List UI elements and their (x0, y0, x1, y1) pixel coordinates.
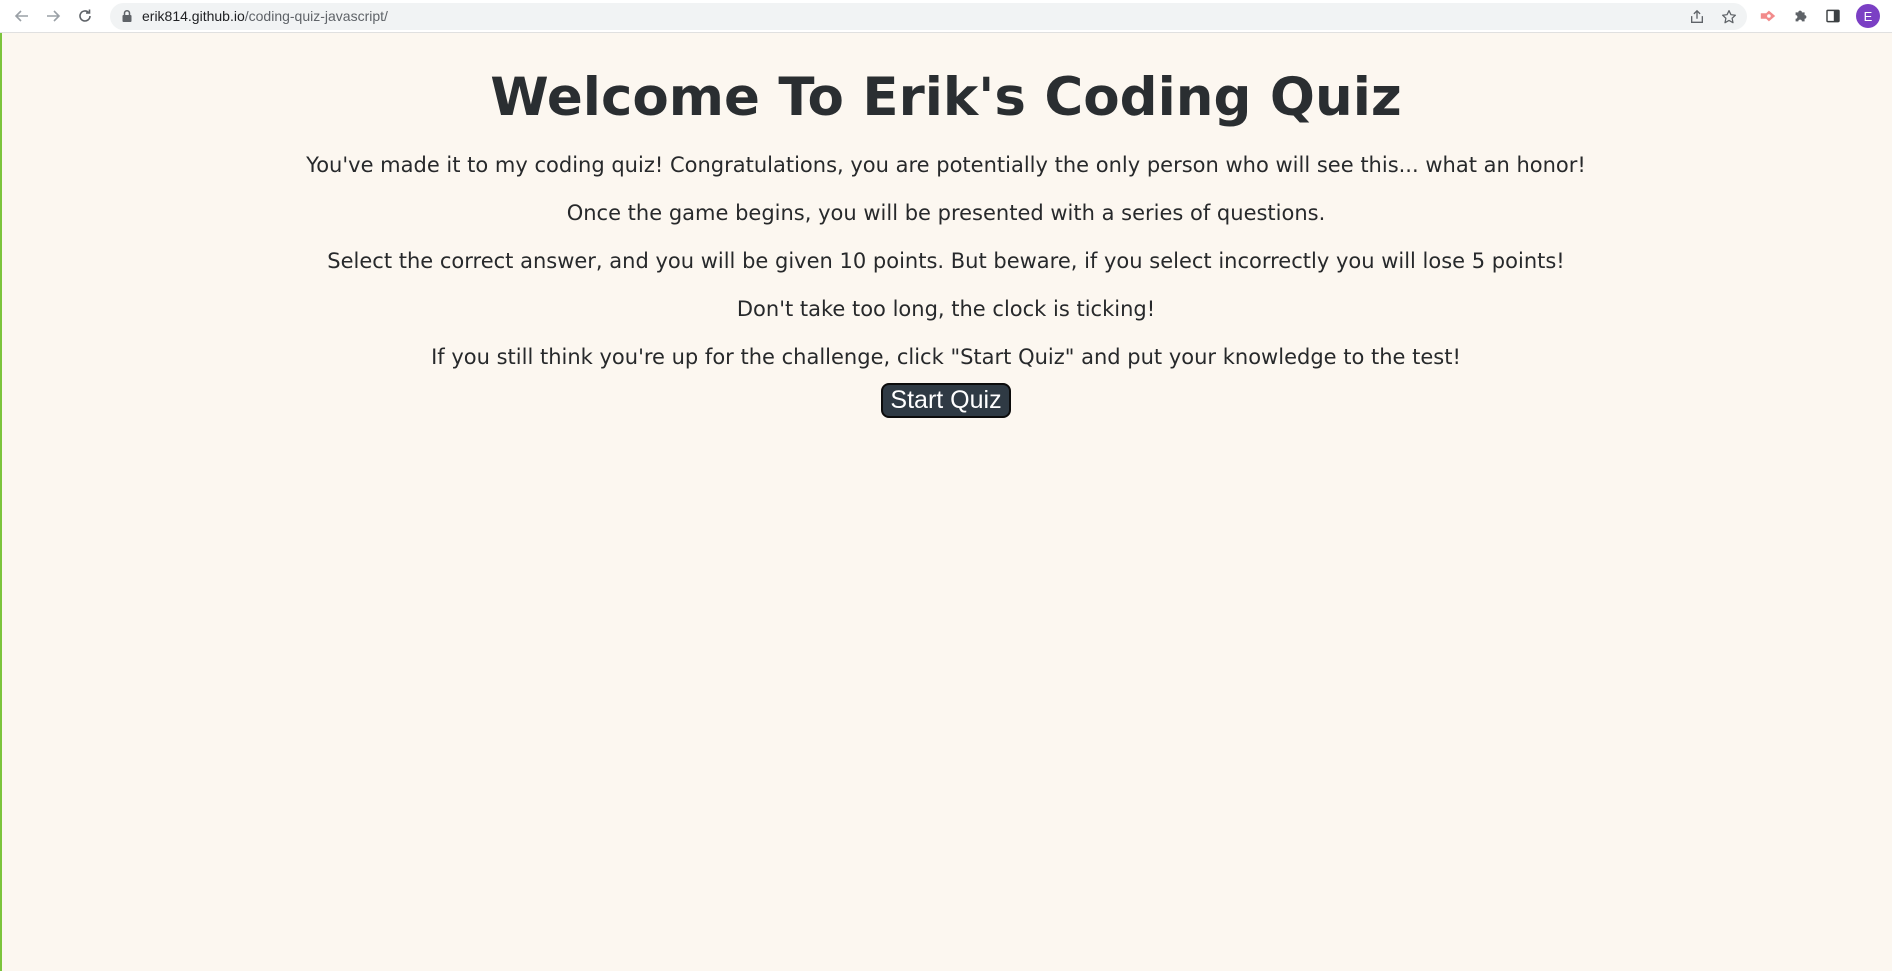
bookmark-button[interactable] (1720, 8, 1738, 26)
forward-arrow-icon (47, 10, 61, 22)
intro-paragraph-2: Once the game begins, you will be presen… (566, 201, 1326, 225)
side-panel-button[interactable] (1822, 5, 1844, 27)
url-text[interactable]: erik814.github.io/coding-quiz-javascript… (142, 8, 388, 24)
page-title: Welcome To Erik's Coding Quiz (490, 67, 1402, 128)
puzzle-extensions-icon (1795, 10, 1807, 22)
star-icon (1721, 9, 1737, 24)
extensions-menu-button[interactable] (1790, 5, 1812, 27)
address-bar[interactable]: erik814.github.io/coding-quiz-javascript… (110, 3, 1747, 30)
forward-button[interactable] (41, 4, 65, 28)
intro-paragraph-4: Don't take too long, the clock is tickin… (736, 297, 1156, 321)
intro-paragraph-1: You've made it to my coding quiz! Congra… (306, 153, 1586, 177)
browser-toolbar: erik814.github.io/coding-quiz-javascript… (0, 0, 1892, 33)
reload-button[interactable] (73, 4, 97, 28)
intro-paragraph-3: Select the correct answer, and you will … (327, 249, 1565, 273)
start-quiz-button[interactable]: Start Quiz (881, 383, 1011, 418)
profile-avatar[interactable]: E (1856, 4, 1880, 28)
back-arrow-icon (14, 10, 28, 22)
extension-red-icon (1760, 10, 1776, 22)
reload-icon (79, 9, 91, 22)
lock-icon (122, 9, 132, 22)
url-host: erik814.github.io (142, 8, 245, 24)
url-path: /coding-quiz-javascript/ (244, 8, 388, 24)
intro-paragraph-5: If you still think you're up for the cha… (431, 345, 1461, 369)
quiz-intro: Welcome To Erik's Coding Quiz You've mad… (0, 34, 1892, 418)
extension-button[interactable] (1757, 5, 1779, 27)
share-button[interactable] (1688, 8, 1706, 26)
side-panel-icon (1826, 9, 1840, 23)
share-icon (1691, 9, 1703, 23)
back-button[interactable] (10, 4, 34, 28)
